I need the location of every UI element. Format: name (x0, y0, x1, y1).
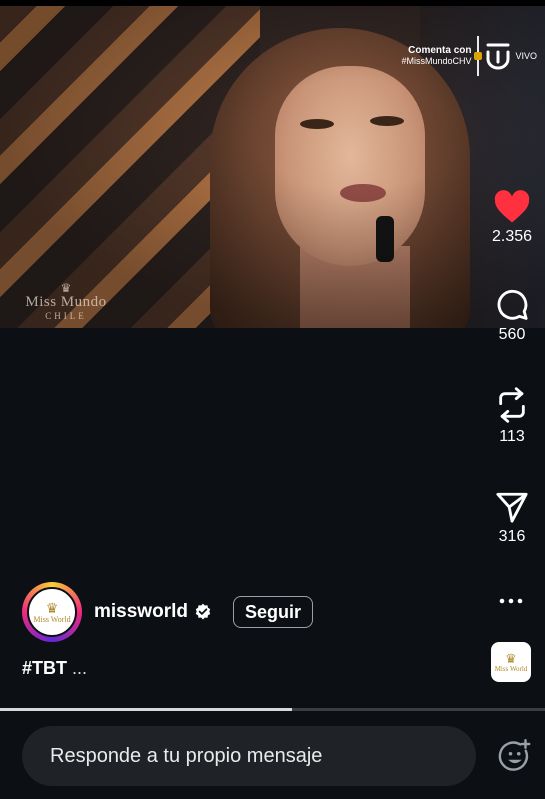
crown-icon: ♛ (505, 650, 517, 666)
share-action[interactable]: 316 (480, 490, 544, 546)
heart-icon[interactable] (493, 190, 531, 224)
like-action[interactable]: 2.356 (480, 190, 544, 246)
broadcast-line1: Comenta con (408, 45, 472, 56)
more-icon[interactable] (499, 597, 523, 605)
broadcast-hashtag: #MissMundoCHV (401, 56, 472, 66)
broadcast-separator (474, 36, 483, 76)
caption-more[interactable]: ... (72, 658, 87, 678)
chv-logo: VIVO (485, 41, 537, 71)
broadcast-text: Comenta con #MissMundoCHV (401, 45, 472, 67)
share-count: 316 (498, 528, 526, 545)
audio-thumbnail[interactable]: ♛ Miss World (491, 642, 531, 682)
reply-input[interactable] (22, 726, 476, 786)
broadcast-overlay: Comenta con #MissMundoCHV VIVO (401, 36, 537, 76)
repost-action[interactable]: 113 (480, 386, 544, 446)
more-options-button[interactable] (499, 592, 523, 610)
verified-icon (194, 603, 212, 626)
video-progress-fill (0, 708, 292, 711)
crown-icon: ♛ (60, 281, 72, 295)
avatar[interactable]: ♛ Miss World (27, 587, 77, 637)
caption-text: #TBT (22, 658, 67, 678)
repost-count: 113 (499, 428, 525, 445)
send-icon[interactable] (495, 490, 529, 524)
like-count: 2.356 (491, 228, 533, 245)
crown-icon: ♛ (45, 599, 59, 616)
audio-logo-text: Miss World (494, 664, 528, 673)
comment-count: 560 (498, 326, 526, 343)
watermark-line2: CHILE (45, 311, 87, 321)
username[interactable]: missworld (94, 601, 188, 623)
comment-icon[interactable] (495, 288, 529, 322)
emoji-icon[interactable] (497, 738, 533, 774)
reel-video[interactable]: ♛ Miss Mundo CHILE Comenta con #MissMund… (0, 6, 545, 328)
repost-icon[interactable] (495, 386, 529, 424)
comment-action[interactable]: 560 (480, 288, 544, 344)
video-progress-bar[interactable] (0, 708, 545, 711)
chv-logo-icon (486, 43, 510, 70)
caption[interactable]: #TBT ... (22, 658, 87, 679)
emoji-button[interactable] (497, 738, 533, 779)
watermark-line1: Miss Mundo (25, 294, 107, 310)
follow-button[interactable]: Seguir (233, 596, 313, 628)
avatar-logo-text: Miss World (33, 614, 71, 624)
live-label: VIVO (515, 51, 537, 61)
miss-mundo-chile-watermark: ♛ Miss Mundo CHILE (18, 282, 114, 321)
